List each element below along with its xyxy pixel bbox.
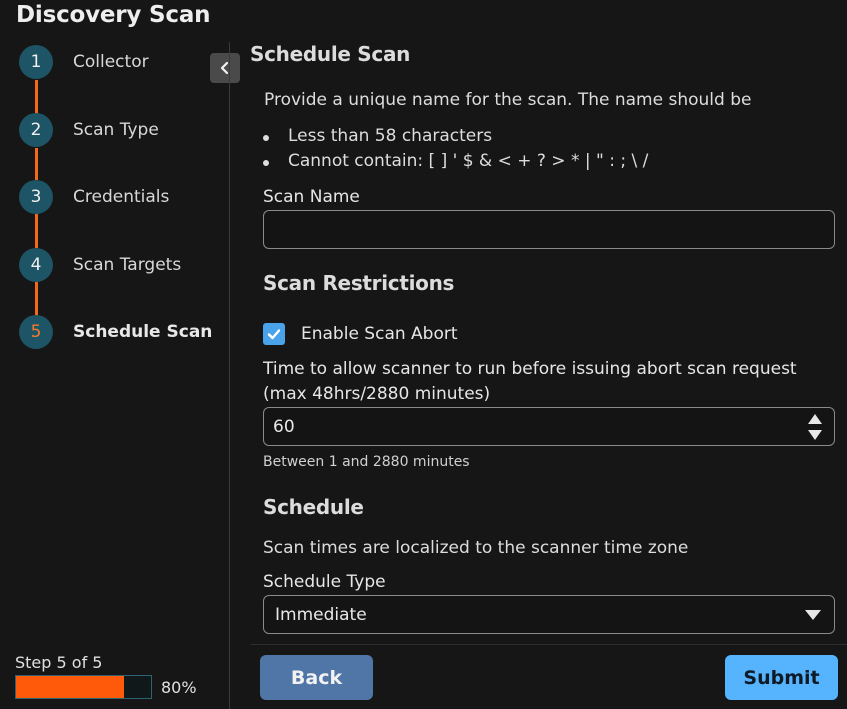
progress-fill <box>16 676 124 698</box>
step-label: Schedule Scan <box>73 322 213 342</box>
abort-time-value: 60 <box>273 416 295 437</box>
step-connector <box>35 214 38 248</box>
sidebar-divider <box>229 42 230 709</box>
step-count-text: Step 5 of 5 <box>15 653 103 672</box>
step-label: Collector <box>73 52 149 72</box>
timezone-note: Scan times are localized to the scanner … <box>263 538 689 558</box>
step-label: Scan Targets <box>73 255 182 275</box>
step-number: 3 <box>19 180 53 214</box>
abort-time-hint: Between 1 and 2880 minutes <box>263 454 470 470</box>
step-connector <box>35 80 38 116</box>
schedule-type-value: Immediate <box>275 604 367 625</box>
list-item: Less than 58 characters <box>263 124 648 149</box>
abort-time-label-max: (max 48hrs/2880 minutes) <box>263 384 491 404</box>
schedule-heading: Schedule <box>263 495 364 519</box>
submit-button[interactable]: Submit <box>725 655 838 700</box>
form-heading: Schedule Scan <box>250 42 411 66</box>
step-number: 4 <box>19 248 53 282</box>
footer-divider <box>250 644 847 645</box>
schedule-type-label: Schedule Type <box>263 572 386 592</box>
page-title: Discovery Scan <box>16 2 211 28</box>
spinner-arrows-icon[interactable] <box>806 412 824 442</box>
back-button[interactable]: Back <box>260 655 373 700</box>
list-item: Cannot contain: [ ] ' $ & < + ? > * | " … <box>263 149 648 174</box>
collapse-sidebar-button[interactable] <box>210 53 240 83</box>
step-number: 1 <box>19 45 53 79</box>
abort-time-stepper[interactable]: 60 <box>263 407 835 446</box>
caret-down-icon <box>805 610 821 620</box>
step-scan-targets[interactable]: 4 Scan Targets <box>19 248 219 282</box>
scan-restrictions-heading: Scan Restrictions <box>263 271 455 295</box>
scan-name-input[interactable] <box>263 210 835 249</box>
enable-scan-abort-label: Enable Scan Abort <box>301 324 458 344</box>
enable-scan-abort-checkbox[interactable] <box>263 323 285 345</box>
step-label: Scan Type <box>73 120 159 140</box>
step-number: 2 <box>19 113 53 147</box>
enable-scan-abort-row[interactable]: Enable Scan Abort <box>263 323 458 345</box>
progress-bar <box>15 675 152 699</box>
checkmark-icon <box>267 329 281 340</box>
step-connector <box>35 148 38 180</box>
name-rules-list: Less than 58 characters Cannot contain: … <box>263 124 648 174</box>
schedule-type-select[interactable]: Immediate <box>263 595 835 634</box>
progress-percent: 80% <box>161 678 197 697</box>
step-collector[interactable]: 1 Collector <box>19 45 219 79</box>
intro-text: Provide a unique name for the scan. The … <box>264 90 752 110</box>
abort-time-label: Time to allow scanner to run before issu… <box>263 359 797 379</box>
step-label: Credentials <box>73 187 170 207</box>
step-credentials[interactable]: 3 Credentials <box>19 180 219 214</box>
scan-name-label: Scan Name <box>263 187 360 207</box>
step-scan-type[interactable]: 2 Scan Type <box>19 113 219 147</box>
step-number: 5 <box>19 315 53 349</box>
step-schedule-scan[interactable]: 5 Schedule Scan <box>19 315 219 349</box>
step-connector <box>35 282 38 316</box>
